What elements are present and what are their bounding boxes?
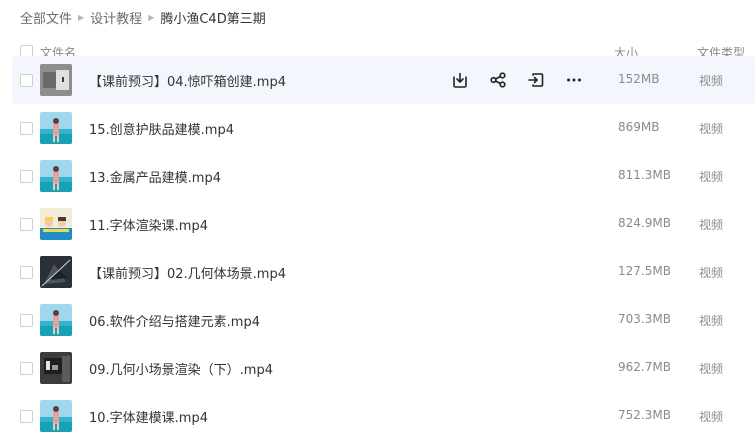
file-size: 703.3MB xyxy=(618,312,671,326)
file-row[interactable]: 06.软件介绍与搭建元素.mp4 703.3MB 视频 xyxy=(0,296,755,344)
file-type: 视频 xyxy=(699,218,724,232)
share-icon[interactable] xyxy=(487,69,509,91)
file-size: 962.7MB xyxy=(618,360,671,374)
file-name[interactable]: 【课前预习】04.惊吓箱创建.mp4 xyxy=(89,71,286,90)
row-actions xyxy=(449,69,585,91)
video-thumbnail[interactable] xyxy=(40,160,72,192)
file-row[interactable]: 【课前预习】02.几何体场景.mp4 127.5MB 视频 xyxy=(0,248,755,296)
breadcrumb-separator-icon: ▶ xyxy=(78,12,85,22)
video-thumbnail[interactable] xyxy=(40,112,72,144)
row-checkbox[interactable] xyxy=(20,170,33,183)
video-thumbnail[interactable] xyxy=(40,208,72,240)
row-checkbox[interactable] xyxy=(20,314,33,327)
file-type: 视频 xyxy=(699,362,724,376)
download-icon[interactable] xyxy=(449,69,471,91)
file-row[interactable]: 15.创意护肤品建模.mp4 869MB 视频 xyxy=(0,104,755,152)
breadcrumb-separator-icon: ▶ xyxy=(148,12,155,22)
row-checkbox[interactable] xyxy=(20,218,33,231)
video-thumbnail[interactable] xyxy=(40,256,72,288)
file-type: 视频 xyxy=(699,314,724,328)
file-row[interactable]: 09.几何小场景渲染（下）.mp4 962.7MB 视频 xyxy=(0,344,755,392)
video-thumbnail[interactable] xyxy=(40,400,72,432)
file-size: 752.3MB xyxy=(618,408,671,422)
file-name[interactable]: 【课前预习】02.几何体场景.mp4 xyxy=(89,263,286,282)
row-checkbox[interactable] xyxy=(20,122,33,135)
video-thumbnail[interactable] xyxy=(40,304,72,336)
file-size: 811.3MB xyxy=(618,168,671,182)
file-row[interactable]: 10.字体建模课.mp4 752.3MB 视频 xyxy=(0,392,755,440)
breadcrumb-item[interactable]: 设计教程 xyxy=(90,8,142,27)
move-to-icon[interactable] xyxy=(525,69,547,91)
video-thumbnail[interactable] xyxy=(40,352,72,384)
file-size: 869MB xyxy=(618,120,660,134)
file-name[interactable]: 06.软件介绍与搭建元素.mp4 xyxy=(89,311,260,330)
file-name[interactable]: 13.金属产品建模.mp4 xyxy=(89,167,221,186)
file-row[interactable]: 【课前预习】04.惊吓箱创建.mp4 152MB 视频 xyxy=(0,56,755,104)
file-size: 824.9MB xyxy=(618,216,671,230)
file-type: 视频 xyxy=(699,122,724,136)
row-checkbox[interactable] xyxy=(20,74,33,87)
row-checkbox[interactable] xyxy=(20,410,33,423)
file-size: 127.5MB xyxy=(618,264,671,278)
file-name[interactable]: 10.字体建模课.mp4 xyxy=(89,407,208,426)
breadcrumb-item[interactable]: 全部文件 xyxy=(20,8,72,27)
file-name[interactable]: 15.创意护肤品建模.mp4 xyxy=(89,119,234,138)
file-size: 152MB xyxy=(618,72,660,86)
file-name[interactable]: 09.几何小场景渲染（下）.mp4 xyxy=(89,359,273,378)
more-icon[interactable] xyxy=(563,69,585,91)
file-row[interactable]: 11.字体渲染课.mp4 824.9MB 视频 xyxy=(0,200,755,248)
video-thumbnail[interactable] xyxy=(40,64,72,96)
file-row[interactable]: 13.金属产品建模.mp4 811.3MB 视频 xyxy=(0,152,755,200)
file-type: 视频 xyxy=(699,170,724,184)
breadcrumb-item: 腾小渔C4D第三期 xyxy=(160,11,266,27)
file-type: 视频 xyxy=(699,410,724,424)
file-type: 视频 xyxy=(699,74,724,88)
file-type: 视频 xyxy=(699,266,724,280)
row-checkbox[interactable] xyxy=(20,362,33,375)
breadcrumb: 全部文件 ▶ 设计教程 ▶ 腾小渔C4D第三期 xyxy=(20,7,266,27)
row-checkbox[interactable] xyxy=(20,266,33,279)
file-name[interactable]: 11.字体渲染课.mp4 xyxy=(89,215,208,234)
